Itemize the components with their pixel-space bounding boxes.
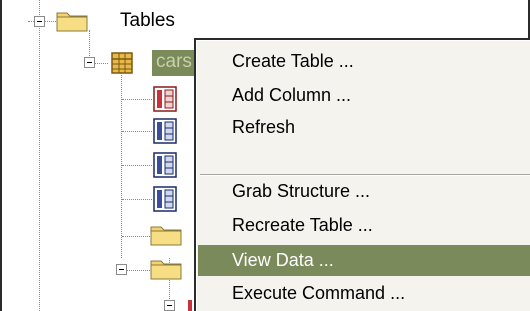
column-icon [153,152,177,178]
tree-guide-line [89,30,90,58]
menu-item-execute-command[interactable]: Execute Command ... [198,278,530,309]
tables-node-label[interactable]: Tables [120,9,175,33]
folder-icon [150,260,182,280]
column-icon [153,186,177,212]
collapse-icon[interactable] [34,16,45,27]
tree-branch [122,165,152,166]
collapse-icon[interactable] [84,57,95,68]
tree-branch [122,131,152,132]
menu-item-recreate-table[interactable]: Recreate Table ... [198,210,530,241]
menu-item-grab-structure[interactable]: Grab Structure ... [198,176,530,207]
column-icon [153,118,177,144]
table-icon [111,52,133,74]
cars-node-label[interactable]: cars [152,50,196,76]
tree-guide-line [121,58,122,258]
context-menu: Create Table ... Add Column ... Refresh … [194,38,530,311]
menu-item-view-data[interactable]: View Data ... [198,245,530,276]
key-column-icon [188,300,192,311]
tree-branch [122,199,152,200]
tree-branch [122,99,152,100]
tree-guide-line [39,0,40,311]
collapse-icon[interactable] [164,300,175,311]
menu-item-refresh[interactable]: Refresh [198,112,530,143]
folder-icon [56,12,88,32]
menu-item-create-table[interactable]: Create Table ... [198,46,530,77]
folder-icon [150,226,182,246]
tree-branch [122,236,152,237]
collapse-icon[interactable] [116,264,127,275]
key-column-icon [153,86,177,112]
menu-item-add-column[interactable]: Add Column ... [198,80,530,111]
